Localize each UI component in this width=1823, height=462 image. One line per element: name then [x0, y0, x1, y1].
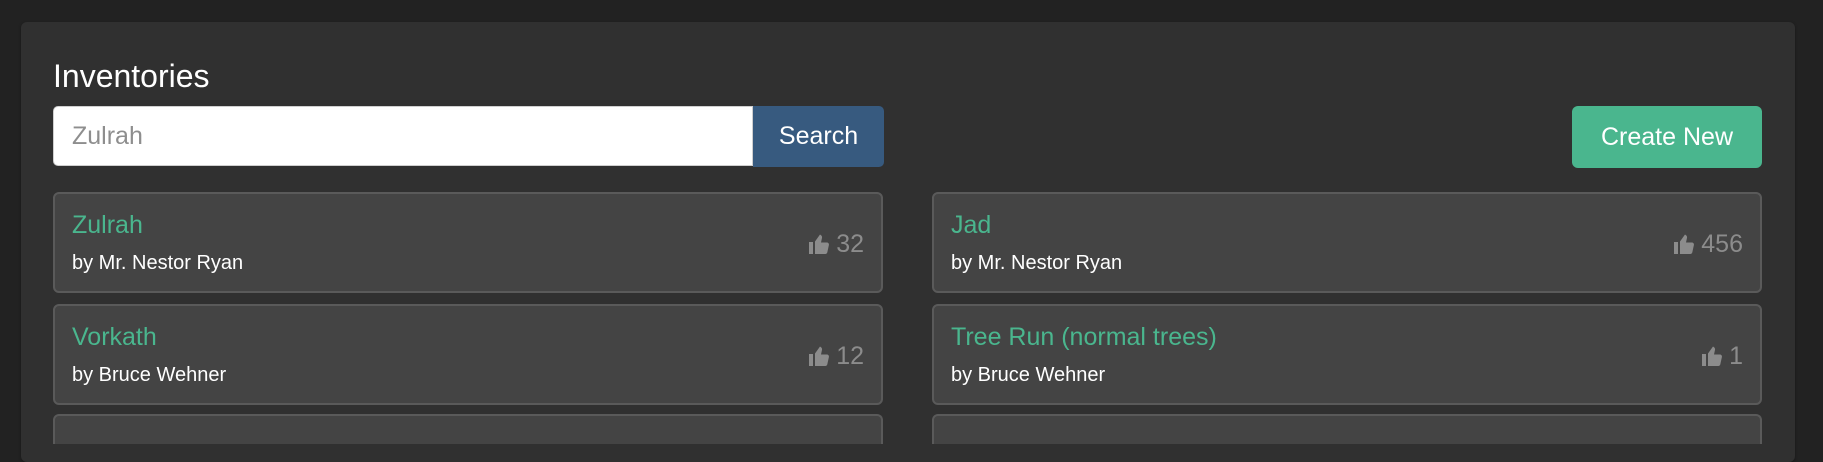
- like-count: 456: [1701, 230, 1743, 258]
- like-count: 1: [1729, 342, 1743, 370]
- inventory-card-partial[interactable]: [53, 414, 883, 444]
- inventory-card[interactable]: Jad by Mr. Nestor Ryan 456: [932, 192, 1762, 293]
- like-count: 32: [836, 230, 864, 258]
- inventory-author: by Bruce Wehner: [951, 364, 1106, 386]
- create-new-button[interactable]: Create New: [1572, 106, 1762, 168]
- inventory-title-link[interactable]: Vorkath: [72, 322, 157, 352]
- inventory-title-link[interactable]: Tree Run (normal trees): [951, 322, 1217, 352]
- inventory-author: by Bruce Wehner: [72, 364, 227, 386]
- thumbs-up-icon: [807, 344, 831, 368]
- search-group: Search: [53, 106, 884, 167]
- inventory-title-link[interactable]: Jad: [951, 210, 991, 240]
- search-button[interactable]: Search: [753, 106, 884, 167]
- inventory-author: by Mr. Nestor Ryan: [951, 252, 1123, 274]
- inventory-title-link[interactable]: Zulrah: [72, 210, 143, 240]
- inventory-card[interactable]: Tree Run (normal trees) by Bruce Wehner …: [932, 304, 1762, 405]
- like-counter[interactable]: 32: [807, 230, 864, 258]
- like-count: 12: [836, 342, 864, 370]
- page-title: Inventories: [53, 58, 210, 94]
- like-counter[interactable]: 456: [1672, 230, 1743, 258]
- inventory-card-partial[interactable]: [932, 414, 1762, 444]
- inventory-card[interactable]: Zulrah by Mr. Nestor Ryan 32: [53, 192, 883, 293]
- thumbs-up-icon: [807, 232, 831, 256]
- inventory-author: by Mr. Nestor Ryan: [72, 252, 244, 274]
- like-counter[interactable]: 1: [1700, 342, 1743, 370]
- like-counter[interactable]: 12: [807, 342, 864, 370]
- thumbs-up-icon: [1700, 344, 1724, 368]
- thumbs-up-icon: [1672, 232, 1696, 256]
- inventory-card[interactable]: Vorkath by Bruce Wehner 12: [53, 304, 883, 405]
- search-input[interactable]: [53, 106, 753, 166]
